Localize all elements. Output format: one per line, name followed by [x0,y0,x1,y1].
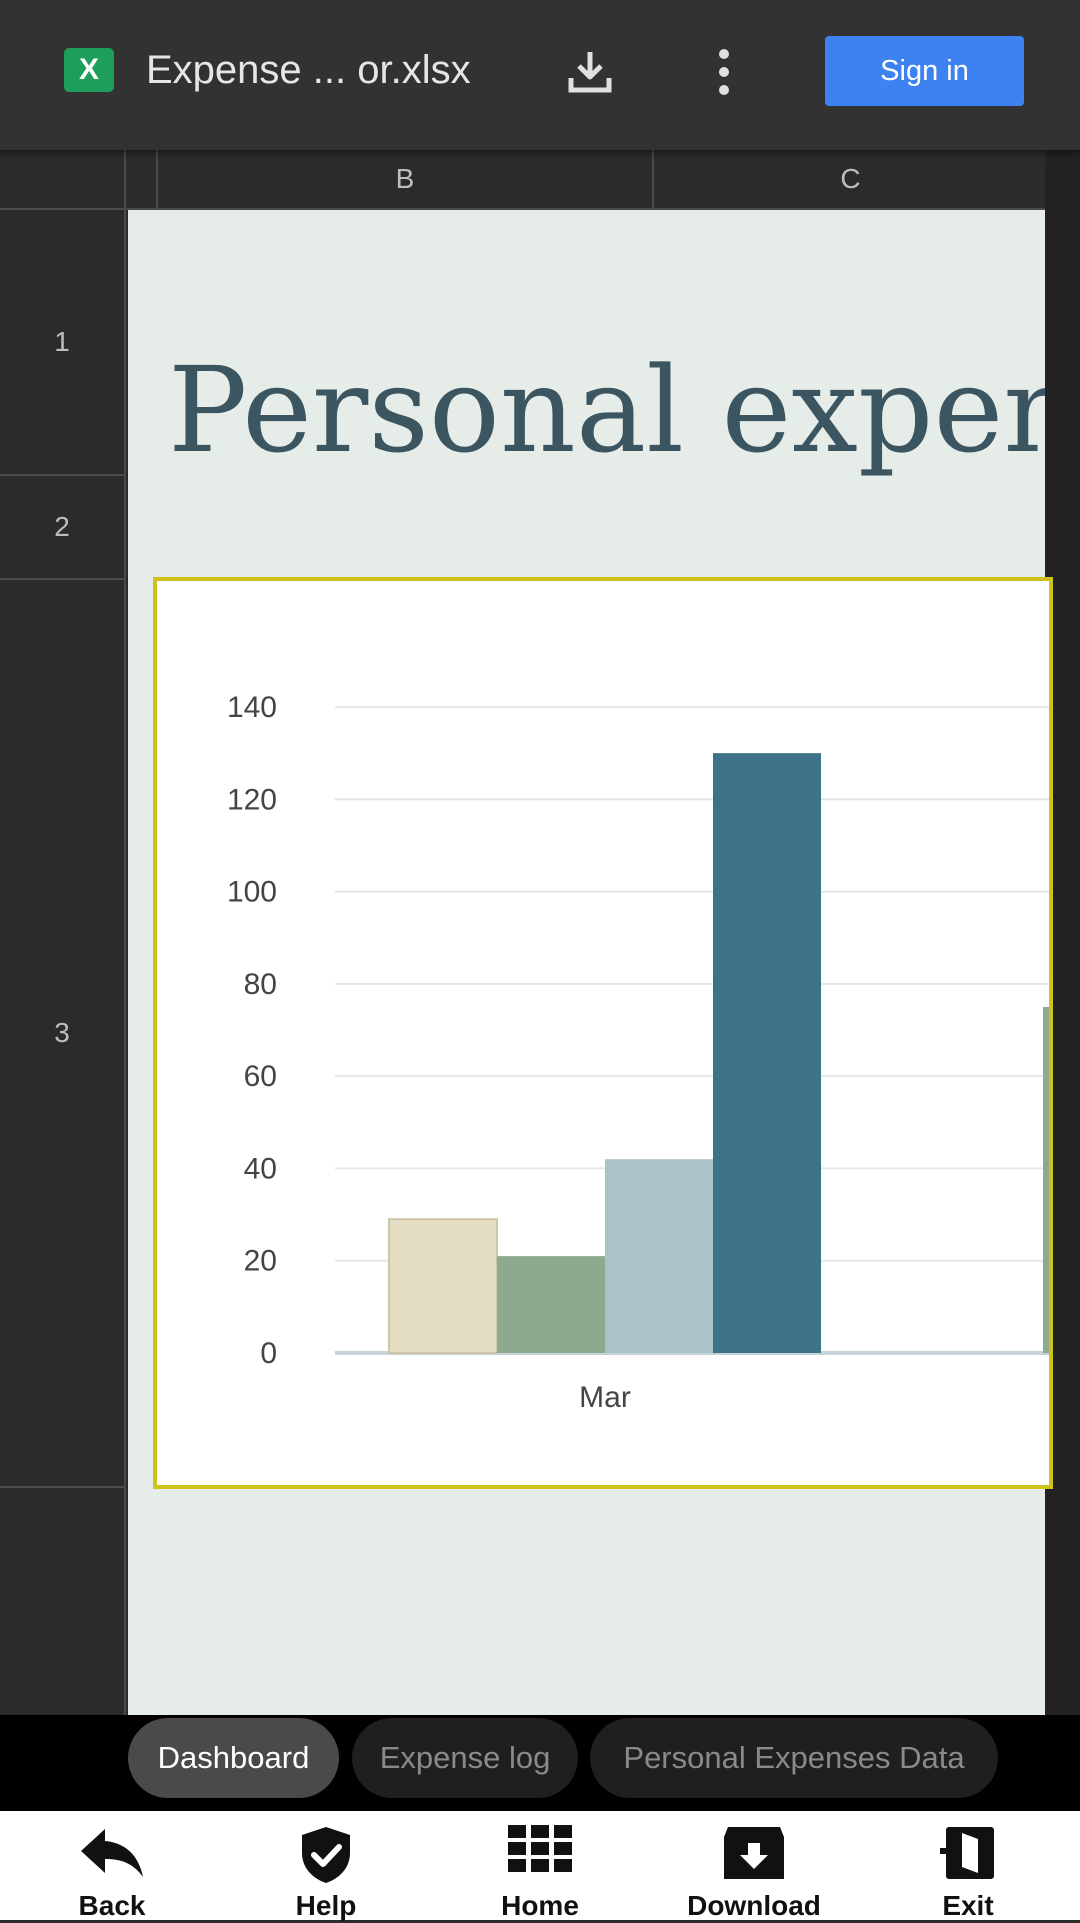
bar-mar-2 [497,1256,605,1353]
column-header-c[interactable]: C [656,150,1045,208]
chart-canvas: 0 20 40 60 80 100 120 140 Mar [227,691,1049,1414]
more-vert-icon[interactable] [704,44,744,100]
column-header-b[interactable]: B [158,150,654,208]
app-bar: X Expense ... or.xlsx Sign in [0,0,1080,150]
file-title: Expense ... or.xlsx [146,48,471,92]
nav-exit-button[interactable]: Exit [883,1811,1053,1921]
nav-exit-label: Exit [942,1890,994,1921]
bar-mar-3 [605,1159,713,1353]
y-tick-label: 100 [227,876,277,909]
tab-personal-expenses-data[interactable]: Personal Expenses Data [590,1718,998,1798]
nav-help-label: Help [295,1890,357,1921]
sheet-title: Personal expen [168,341,1080,479]
nav-download-button[interactable]: Download [669,1811,839,1921]
select-all-corner[interactable] [0,150,126,208]
y-tick-label: 120 [227,783,277,816]
y-tick-label: 0 [260,1337,277,1370]
grid-icon [508,1825,572,1872]
column-header-a[interactable] [126,150,158,208]
nav-home-button[interactable]: Home [455,1811,625,1921]
row-header-3[interactable]: 3 [0,580,124,1488]
y-tick-label: 60 [244,1060,277,1093]
row-headers: 1 2 3 [0,210,126,1715]
bar-partial-next [1043,1006,1049,1353]
y-tick-label: 20 [244,1245,277,1278]
excel-file-icon: X [64,48,114,92]
bottom-navigation: Back Help Home Download Exit [0,1811,1080,1921]
nav-back-button[interactable]: Back [27,1811,197,1921]
sign-in-button[interactable]: Sign in [825,36,1024,106]
reply-arrow-icon [81,1829,143,1877]
nav-back-label: Back [78,1890,146,1921]
shield-check-icon [302,1827,350,1883]
y-tick-label: 40 [244,1152,277,1185]
y-tick-label: 80 [244,968,277,1001]
expense-chart[interactable]: 0 20 40 60 80 100 120 140 Mar [153,577,1053,1489]
row-header-1[interactable]: 1 [0,210,124,476]
nav-help-button[interactable]: Help [241,1811,411,1921]
nav-download-label: Download [687,1890,821,1921]
download-icon[interactable] [562,44,618,100]
bar-mar-4 [713,753,821,1353]
exit-icon [940,1827,994,1879]
x-category-label: Mar [579,1381,631,1414]
tab-expense-log[interactable]: Expense log [352,1718,578,1798]
bar-mar-1 [388,1218,498,1355]
nav-home-label: Home [501,1890,579,1921]
y-tick-label: 140 [227,691,277,724]
download-box-icon [724,1827,784,1879]
tab-dashboard[interactable]: Dashboard [128,1718,339,1798]
column-header-row: B C [0,150,1045,210]
row-header-2[interactable]: 2 [0,476,124,580]
